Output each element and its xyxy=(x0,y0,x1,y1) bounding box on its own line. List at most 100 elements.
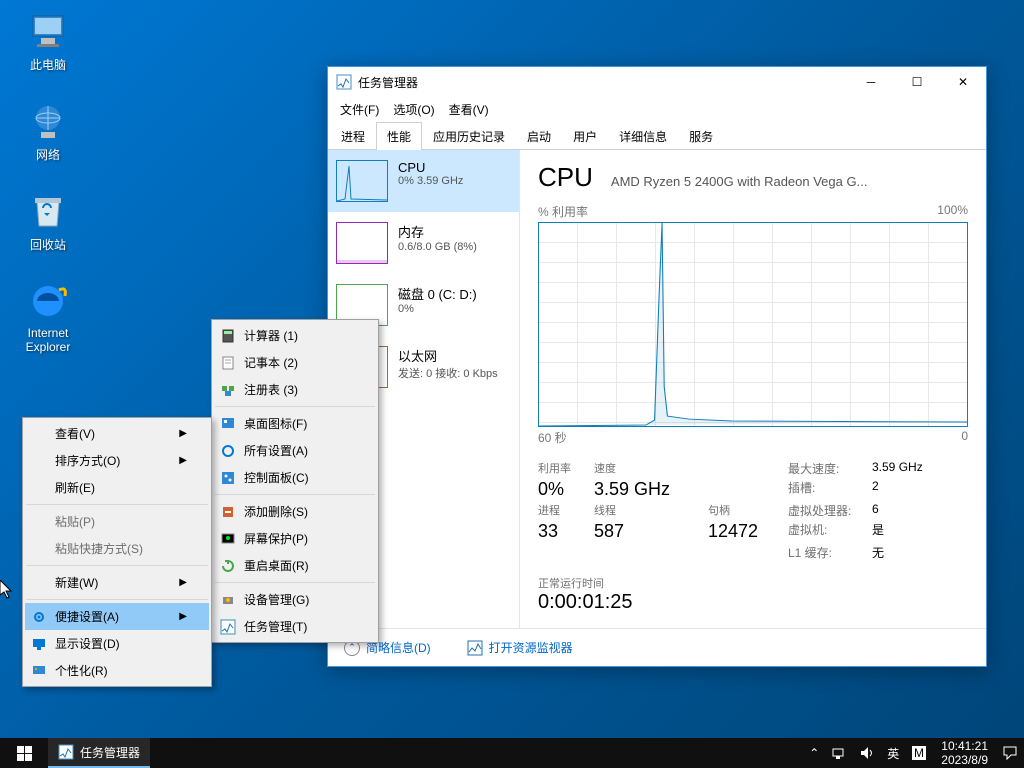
card-detail: 发送: 0 接收: 0 Kbps xyxy=(398,365,498,381)
chevron-right-icon: ▶ xyxy=(179,428,187,439)
chevron-right-icon: ▶ xyxy=(179,577,187,588)
tab-performance[interactable]: 性能 xyxy=(376,122,422,150)
stat-label: 进程 xyxy=(538,502,590,519)
taskbar-item-taskmgr[interactable]: 任务管理器 xyxy=(48,738,150,768)
tab-processes[interactable]: 进程 xyxy=(330,122,376,150)
ctx-item[interactable]: 便捷设置(A)▶ xyxy=(25,603,209,630)
taskmgr-window: 任务管理器 ─ ☐ ✕ 文件(F) 选项(O) 查看(V) 进程 性能 应用历史… xyxy=(327,66,987,667)
ctx-item-label: 排序方式(O) xyxy=(55,452,120,469)
taskmgr-icon xyxy=(58,744,74,760)
submenu-item-label: 所有设置(A) xyxy=(244,442,308,459)
ctx-item: 粘贴(P) xyxy=(25,508,209,535)
screensaver-icon xyxy=(220,531,236,547)
personalize-icon xyxy=(31,663,47,679)
stat-label: 虚拟机: xyxy=(788,521,868,542)
maximize-button[interactable]: ☐ xyxy=(894,67,940,97)
tab-services[interactable]: 服务 xyxy=(678,122,724,150)
tab-apphistory[interactable]: 应用历史记录 xyxy=(422,122,516,150)
recycle-bin-icon xyxy=(27,190,69,232)
resmon-link[interactable]: 打开资源监视器 xyxy=(467,639,573,656)
submenu-item[interactable]: 设备管理(G) xyxy=(214,586,376,613)
submenu-item[interactable]: 控制面板(C) xyxy=(214,464,376,491)
submenu-item-label: 计算器 (1) xyxy=(244,327,298,344)
stat-label: 利用率 xyxy=(538,460,590,477)
card-detail: 0% xyxy=(398,303,477,315)
menu-view[interactable]: 查看(V) xyxy=(443,99,495,120)
submenu-item[interactable]: 计算器 (1) xyxy=(214,322,376,349)
ctx-item-label: 查看(V) xyxy=(55,425,95,442)
ctx-item[interactable]: 刷新(E) xyxy=(25,474,209,501)
separator xyxy=(26,565,208,566)
submenu-item[interactable]: 记事本 (2) xyxy=(214,349,376,376)
tab-users[interactable]: 用户 xyxy=(562,122,608,150)
volume-icon[interactable] xyxy=(853,738,881,768)
submenu-item-label: 记事本 (2) xyxy=(244,354,298,371)
menu-options[interactable]: 选项(O) xyxy=(387,99,440,120)
stat-value: 6 xyxy=(872,502,968,519)
submenu-item[interactable]: 桌面图标(F) xyxy=(214,410,376,437)
ctx-item-label: 刷新(E) xyxy=(55,479,95,496)
submenu-item[interactable]: 注册表 (3) xyxy=(214,376,376,403)
stat-label: 速度 xyxy=(594,460,704,477)
stat-value: 是 xyxy=(872,521,968,542)
ctx-item-label: 便捷设置(A) xyxy=(55,608,119,625)
restart-icon xyxy=(220,558,236,574)
window-title: 任务管理器 xyxy=(358,74,848,91)
x-left: 60 秒 xyxy=(538,429,567,446)
stat-label: 插槽: xyxy=(788,479,868,500)
tab-bar: 进程 性能 应用历史记录 启动 用户 详细信息 服务 xyxy=(328,122,986,150)
network-tray-icon[interactable] xyxy=(825,738,853,768)
ctx-item[interactable]: 查看(V) ▶ xyxy=(25,420,209,447)
cursor-icon xyxy=(0,580,14,600)
submenu-item[interactable]: 任务管理(T) xyxy=(214,613,376,640)
submenu-item[interactable]: 添加删除(S) xyxy=(214,498,376,525)
desktop-icon-this-pc[interactable]: 此电脑 xyxy=(10,10,86,73)
ctx-item[interactable]: 显示设置(D) xyxy=(25,630,209,657)
submenu-item[interactable]: 屏幕保护(P) xyxy=(214,525,376,552)
ime-mode-icon[interactable]: M xyxy=(905,738,933,768)
resmon-icon xyxy=(467,640,483,656)
stat-value: 2 xyxy=(872,479,968,500)
close-button[interactable]: ✕ xyxy=(940,67,986,97)
perf-title: CPU xyxy=(538,162,593,193)
ctx-item-label: 个性化(R) xyxy=(55,662,108,679)
submenu-item-label: 桌面图标(F) xyxy=(244,415,307,432)
tab-details[interactable]: 详细信息 xyxy=(608,122,678,150)
separator xyxy=(26,504,208,505)
tab-startup[interactable]: 启动 xyxy=(516,122,562,150)
ctx-item[interactable]: 排序方式(O)▶ xyxy=(25,447,209,474)
action-center-icon[interactable] xyxy=(996,738,1024,768)
clock[interactable]: 10:41:21 2023/8/9 xyxy=(933,739,996,767)
menubar: 文件(F) 选项(O) 查看(V) xyxy=(328,97,986,122)
gear-icon xyxy=(31,609,47,625)
stat-value: 无 xyxy=(872,544,968,561)
svg-text:M: M xyxy=(914,746,924,760)
ctx-item[interactable]: 个性化(R) xyxy=(25,657,209,684)
mini-graph-cpu xyxy=(336,160,388,202)
stat-label: 线程 xyxy=(594,502,704,519)
submenu-item-label: 添加删除(S) xyxy=(244,503,308,520)
stat-label: 句柄 xyxy=(708,502,784,519)
separator xyxy=(215,406,375,407)
desktop-icon-network[interactable]: 网络 xyxy=(10,100,86,163)
taskbar: 任务管理器 ⌃ 英 M 10:41:21 2023/8/9 xyxy=(0,738,1024,768)
card-name: 内存 xyxy=(398,222,477,241)
tray-chevron-icon[interactable]: ⌃ xyxy=(803,738,825,768)
card-detail: 0% 3.59 GHz xyxy=(398,175,463,187)
menu-file[interactable]: 文件(F) xyxy=(334,99,385,120)
desktop-icon-ie[interactable]: Internet Explorer xyxy=(10,280,86,354)
submenu-item[interactable]: 重启桌面(R) xyxy=(214,552,376,579)
ime-indicator[interactable]: 英 xyxy=(881,738,905,768)
notepad-icon xyxy=(220,355,236,371)
uptime-value: 0:00:01:25 xyxy=(538,591,968,614)
start-button[interactable] xyxy=(0,738,48,768)
minimize-button[interactable]: ─ xyxy=(848,67,894,97)
titlebar[interactable]: 任务管理器 ─ ☐ ✕ xyxy=(328,67,986,97)
perf-card-cpu[interactable]: CPU0% 3.59 GHz xyxy=(328,150,519,212)
desktop-icon-label: 回收站 xyxy=(10,236,86,253)
desktop-icon-recycle-bin[interactable]: 回收站 xyxy=(10,190,86,253)
ctx-item[interactable]: 新建(W)▶ xyxy=(25,569,209,596)
device-mgr-icon xyxy=(220,592,236,608)
perf-card-memory[interactable]: 内存0.6/8.0 GB (8%) xyxy=(328,212,519,274)
submenu-item[interactable]: 所有设置(A) xyxy=(214,437,376,464)
